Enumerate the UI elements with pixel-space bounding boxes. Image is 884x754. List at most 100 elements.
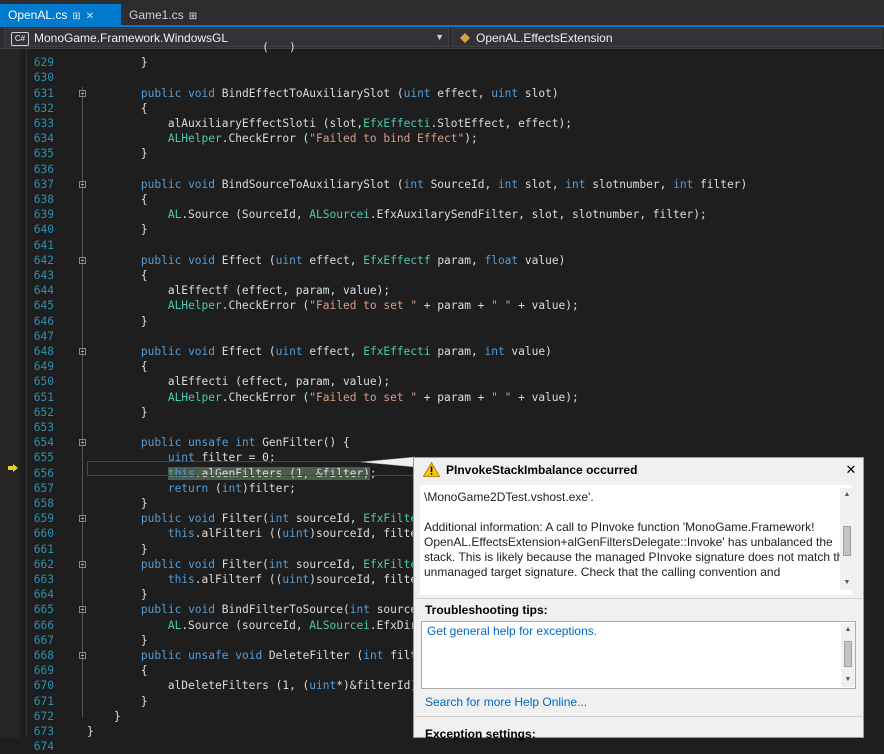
tips-scrollbar[interactable]: ▲ ▼ [841, 623, 855, 687]
message-scrollbar[interactable]: ▲ ▼ [840, 488, 854, 590]
code-line[interactable]: 635 } [0, 146, 884, 161]
collapse-icon[interactable] [79, 560, 86, 568]
code-text: alEffectf (effect, param, value); [87, 284, 391, 298]
line-number: 674 [33, 740, 54, 754]
line-number: 629 [33, 56, 54, 70]
tab-label: Game1.cs [129, 8, 184, 22]
line-number: 649 [33, 360, 54, 374]
code-text: ALHelper.CheckError ("Failed to bind Eff… [167, 132, 478, 146]
code-line[interactable]: 630 [0, 70, 884, 85]
code-line[interactable]: 648 public void Effect (uint effect, Efx… [0, 344, 884, 359]
code-line[interactable]: 643 { [0, 268, 884, 283]
code-text: AL.Source (SourceId, ALSourcei.EfxAuxila… [167, 208, 707, 222]
collapse-icon[interactable] [79, 439, 86, 447]
additional-information: Additional information: A call to PInvok… [424, 520, 851, 579]
pin-icon[interactable]: ⊞ [189, 11, 197, 22]
scroll-down-icon[interactable]: ▼ [840, 576, 854, 590]
line-number: 658 [33, 497, 54, 510]
code-line[interactable]: 653 [0, 420, 884, 435]
code-text: public void Filter(int sourceId, EfxFilt… [140, 557, 431, 571]
collapse-icon[interactable] [79, 256, 86, 264]
search-help-online-link[interactable]: Search for more Help Online... [425, 695, 587, 709]
line-number: 640 [33, 223, 54, 237]
tab-game1-cs[interactable]: Game1.cs ⊞ [121, 4, 216, 27]
exception-helper-dialog: PInvokeStackImbalance occurred ✕ \MonoGa… [413, 457, 864, 741]
code-line[interactable]: 638 { [0, 192, 884, 207]
code-line[interactable]: 632 { [0, 101, 884, 116]
scroll-down-icon[interactable]: ▼ [841, 673, 855, 687]
pin-icon[interactable]: ⊞ [72, 11, 80, 22]
divider [415, 598, 862, 599]
code-line[interactable]: 633 alAuxiliaryEffectSloti (slot,EfxEffe… [0, 116, 884, 131]
code-line[interactable]: 641 [0, 238, 884, 253]
line-number: 661 [33, 542, 54, 556]
collapse-icon[interactable] [79, 652, 86, 659]
code-line[interactable]: 644 alEffectf (effect, param, value); [0, 283, 884, 298]
code-text: } [87, 405, 148, 419]
code-text: ALHelper.CheckError ("Failed to set " + … [167, 390, 579, 404]
line-number: 665 [33, 603, 54, 617]
code-line[interactable]: 631 public void BindEffectToAuxiliarySlo… [0, 86, 884, 101]
execution-pointer-icon [8, 464, 18, 472]
collapse-icon[interactable] [79, 180, 86, 188]
code-line[interactable]: 642 public void Effect (uint effect, Efx… [0, 253, 884, 268]
code-line[interactable]: 636 [0, 162, 884, 177]
code-line[interactable]: 629 } [0, 55, 884, 70]
message-line: \MonoGame2DTest.vshost.exe'. [424, 490, 594, 504]
line-number: 669 [33, 664, 54, 678]
code-text: return (int)filter; [167, 481, 296, 495]
general-help-link[interactable]: Get general help for exceptions. [427, 624, 597, 638]
code-text: this.alFilteri ((uint)sourceId, filter, [167, 527, 431, 541]
line-number: 652 [33, 405, 54, 419]
line-number: 653 [33, 421, 54, 434]
tab-openal-cs[interactable]: OpenAL.cs ⊞ ✕ [0, 4, 121, 27]
collapse-icon[interactable] [79, 348, 86, 355]
code-line[interactable]: 674 [0, 739, 884, 754]
close-icon[interactable]: ✕ [86, 11, 94, 22]
scroll-up-icon[interactable]: ▲ [840, 488, 854, 502]
code-line[interactable]: ( ) [0, 40, 884, 55]
tab-label: OpenAL.cs [8, 8, 68, 22]
scroll-thumb[interactable] [844, 641, 852, 667]
code-text: } [87, 709, 121, 723]
scroll-thumb[interactable] [843, 526, 851, 556]
close-icon[interactable]: ✕ [844, 462, 858, 478]
exception-message[interactable]: \MonoGame2DTest.vshost.exe'. Additional … [420, 485, 852, 595]
line-number: 668 [33, 649, 54, 662]
line-number: 670 [33, 679, 54, 693]
code-line[interactable]: 634 ALHelper.CheckError ("Failed to bind… [0, 131, 884, 146]
line-number: 639 [33, 208, 54, 222]
troubleshooting-tips-heading: Troubleshooting tips: [425, 603, 548, 617]
code-text: public unsafe int GenFilter() { [140, 436, 350, 450]
code-line[interactable]: 639 AL.Source (SourceId, ALSourcei.EfxAu… [0, 207, 884, 222]
code-text: public unsafe void DeleteFilter (int fil… [140, 649, 431, 662]
code-line[interactable]: 649 { [0, 359, 884, 374]
code-line[interactable]: 640 } [0, 222, 884, 237]
document-tab-strip: OpenAL.cs ⊞ ✕ Game1.cs ⊞ [0, 0, 884, 27]
troubleshooting-tips-list[interactable]: Get general help for exceptions. ▲ ▼ [421, 621, 856, 689]
code-line[interactable]: 650 alEffecti (effect, param, value); [0, 374, 884, 389]
code-line[interactable]: 646 } [0, 314, 884, 329]
collapse-icon[interactable] [79, 89, 86, 97]
code-text: public void BindFilterToSource(int sourc… [140, 603, 431, 617]
exception-settings-heading: Exception settings: [425, 727, 536, 741]
code-text: } [87, 223, 148, 237]
line-number: 667 [33, 633, 54, 647]
line-number: 647 [33, 329, 54, 343]
line-number: 648 [33, 345, 54, 358]
code-line[interactable]: 654 public unsafe int GenFilter() { [0, 435, 884, 450]
collapse-icon[interactable] [79, 606, 86, 614]
code-text: alEffecti (effect, param, value); [87, 375, 391, 389]
code-line[interactable]: 651 ALHelper.CheckError ("Failed to set … [0, 390, 884, 405]
code-line[interactable]: 647 [0, 329, 884, 344]
line-number: 635 [33, 147, 54, 161]
code-line[interactable]: 645 ALHelper.CheckError ("Failed to set … [0, 298, 884, 313]
line-number: 642 [33, 253, 54, 267]
code-line[interactable]: 652 } [0, 405, 884, 420]
collapse-icon[interactable] [79, 515, 86, 523]
code-line[interactable]: 637 public void BindSourceToAuxiliarySlo… [0, 177, 884, 192]
scroll-up-icon[interactable]: ▲ [841, 623, 855, 637]
code-text: { [87, 664, 148, 678]
code-text: } [87, 694, 148, 708]
divider [415, 716, 862, 717]
